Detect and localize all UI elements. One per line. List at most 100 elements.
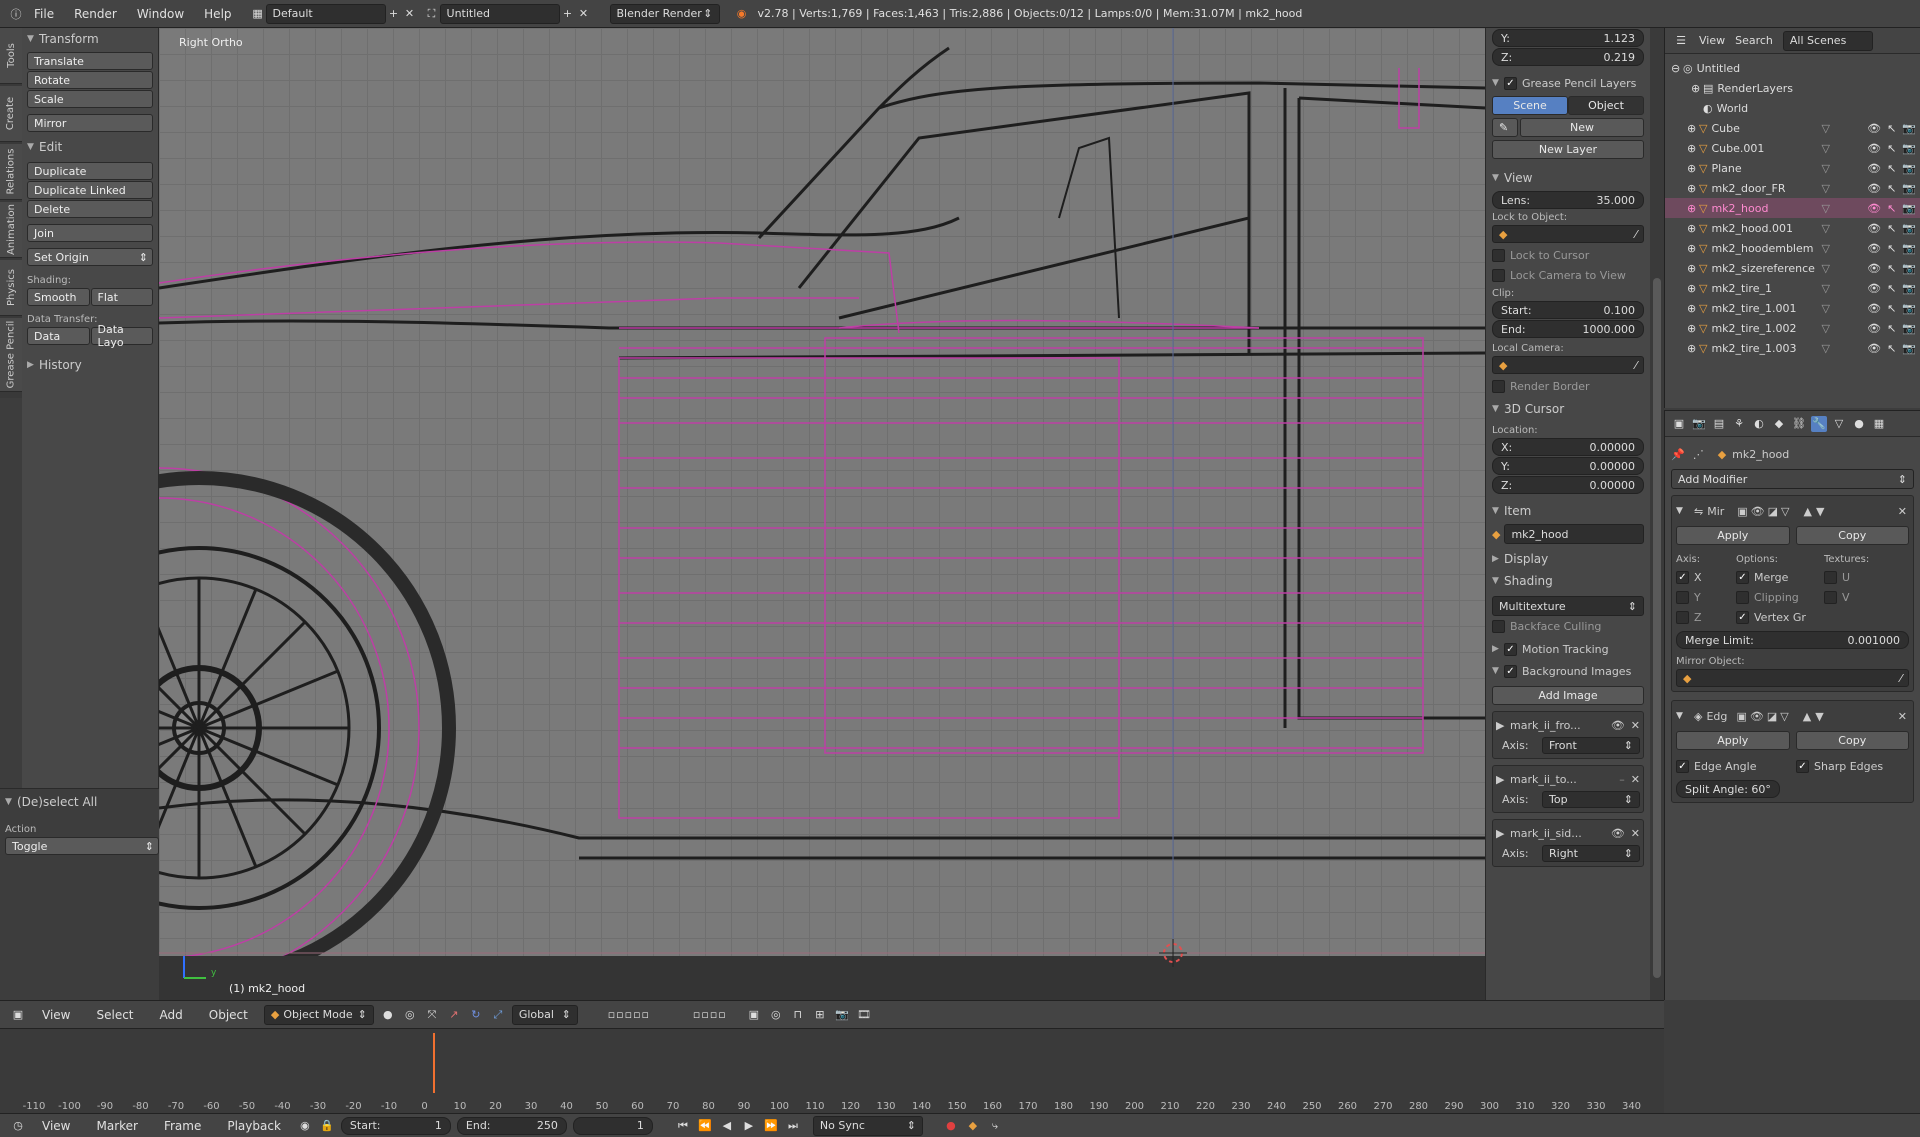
action-select[interactable]: Toggle ⇕ xyxy=(5,837,159,855)
expand-icon[interactable]: ⊕ xyxy=(1687,242,1699,255)
outliner-item[interactable]: ⊕ ▽ mk2_tire_1 ▽ 👁 ↖ 📷 xyxy=(1665,278,1920,298)
end-frame-field[interactable]: End: 250 xyxy=(456,1116,567,1135)
edge-angle-row[interactable]: ✓ Edge Angle xyxy=(1676,756,1796,776)
axis-y-checkbox[interactable] xyxy=(1676,590,1689,604)
axis-x-row[interactable]: ✓ X xyxy=(1676,567,1736,587)
opengl-render-icon[interactable]: 📷 xyxy=(834,1007,850,1023)
outliner-item[interactable]: ⊕ ▽ mk2_tire_1.001 ▽ 👁 ↖ 📷 xyxy=(1665,298,1920,318)
outliner-item[interactable]: ⊕ ▽ Cube ▽ 👁 ↖ 📷 xyxy=(1665,118,1920,138)
close-layout-icon[interactable]: ✕ xyxy=(402,6,418,22)
cage-toggle-icon[interactable]: ▽ xyxy=(1781,505,1789,518)
outliner-item[interactable]: ⊕ ▽ mk2_hoodemblem ▽ 👁 ↖ 📷 xyxy=(1665,238,1920,258)
rotate-manip-icon[interactable]: ↻ xyxy=(468,1007,484,1023)
gp-pencil-icon[interactable]: ✎ xyxy=(1492,118,1518,137)
select-arrow-icon[interactable]: ↖ xyxy=(1887,262,1896,275)
data-tab-icon[interactable]: ▽ xyxy=(1831,416,1847,432)
menu-window[interactable]: Window xyxy=(127,7,194,21)
render-tab-icon[interactable]: 📷 xyxy=(1691,416,1707,432)
location-y-field[interactable]: Y: 1.123 xyxy=(1492,29,1644,47)
expand-icon[interactable]: ⊖ xyxy=(1671,62,1683,75)
outliner-editor-icon[interactable]: ☰ xyxy=(1673,33,1689,49)
viewport-toggle-icon[interactable]: 👁 xyxy=(1750,710,1764,723)
editor-type-icon[interactable]: ▣ xyxy=(10,1007,26,1023)
menu-tl-view[interactable]: View xyxy=(32,1119,80,1133)
outliner-root[interactable]: ⊖ ◎ Untitled xyxy=(1665,58,1920,78)
3d-viewport[interactable]: Right Ortho y (1) mk2_hood xyxy=(159,28,1485,1000)
render-camera-icon[interactable]: 📷 xyxy=(1902,242,1916,255)
translate-button[interactable]: Translate xyxy=(27,52,153,70)
remove-icon[interactable]: ✕ xyxy=(1631,827,1640,840)
merge-checkbox[interactable]: ✓ xyxy=(1736,570,1749,584)
expand-icon[interactable]: ⊕ xyxy=(1691,82,1703,95)
panel-3d-cursor-header[interactable]: ▼ 3D Cursor xyxy=(1492,398,1644,420)
smooth-button[interactable]: Smooth xyxy=(27,288,90,306)
expand-arrow-icon[interactable]: ▶ xyxy=(1496,719,1510,732)
cursor-x-field[interactable]: X: 0.00000 xyxy=(1492,438,1644,456)
render-border-checkbox[interactable] xyxy=(1492,379,1505,393)
merge-limit-field[interactable]: Merge Limit: 0.001000 xyxy=(1676,631,1909,649)
menu-add[interactable]: Add xyxy=(150,1008,193,1022)
eye-icon[interactable]: 👁 xyxy=(1867,342,1881,355)
render-border-row[interactable]: Render Border xyxy=(1492,376,1644,396)
scale-button[interactable]: Scale xyxy=(27,90,153,108)
select-arrow-icon[interactable]: ↖ xyxy=(1887,302,1896,315)
texture-tab-icon[interactable]: ▦ xyxy=(1871,416,1887,432)
data-button[interactable]: Data xyxy=(27,327,90,345)
backface-checkbox[interactable] xyxy=(1492,619,1505,633)
axis-z-checkbox[interactable] xyxy=(1676,610,1689,624)
preview-range-icon[interactable]: ◉ xyxy=(297,1118,313,1134)
expand-icon[interactable]: ⊕ xyxy=(1687,182,1699,195)
manipulator-icon[interactable]: ⤧ xyxy=(424,1007,440,1023)
gp-new-button[interactable]: New xyxy=(1520,118,1644,137)
select-arrow-icon[interactable]: ↖ xyxy=(1887,162,1896,175)
bg3-axis-select[interactable]: Right ⇕ xyxy=(1542,844,1640,862)
menu-help[interactable]: Help xyxy=(194,7,241,21)
expand-icon[interactable]: ⊕ xyxy=(1687,162,1699,175)
eye-icon[interactable]: 👁 xyxy=(1867,142,1881,155)
eye-icon[interactable]: 👁 xyxy=(1867,202,1881,215)
render-camera-icon[interactable]: 📷 xyxy=(1902,302,1916,315)
eye-icon[interactable]: 👁 xyxy=(1867,122,1881,135)
render-camera-icon[interactable]: 📷 xyxy=(1902,282,1916,295)
local-camera-field[interactable]: ◆ ⁄ xyxy=(1492,356,1644,374)
clip-end-field[interactable]: End: 1000.000 xyxy=(1492,320,1644,338)
pivot-icon[interactable]: ◎ xyxy=(402,1007,418,1023)
render-camera-icon[interactable]: 📷 xyxy=(1902,222,1916,235)
outliner-item[interactable]: ⊕ ▽ mk2_tire_1.002 ▽ 👁 ↖ 📷 xyxy=(1665,318,1920,338)
eye-icon[interactable]: 👁 xyxy=(1867,302,1881,315)
translate-manip-icon[interactable]: ↗ xyxy=(446,1007,462,1023)
expand-icon[interactable]: ⊕ xyxy=(1687,302,1699,315)
duplicate-button[interactable]: Duplicate xyxy=(27,162,153,180)
render-camera-icon[interactable]: 📷 xyxy=(1902,182,1916,195)
move-up-icon[interactable]: ▲ xyxy=(1803,505,1811,518)
play-icon[interactable]: ▶ xyxy=(741,1118,757,1134)
select-arrow-icon[interactable]: ↖ xyxy=(1887,182,1896,195)
scale-manip-icon[interactable]: ⤢ xyxy=(490,1007,506,1023)
collapse-arrow-icon[interactable]: ▼ xyxy=(1676,711,1690,721)
add-scene-icon[interactable]: + xyxy=(560,6,576,22)
keying-set-icon[interactable]: ◆ xyxy=(965,1118,981,1134)
outliner-item[interactable]: ⊕ ▽ mk2_sizereference ▽ 👁 ↖ 📷 xyxy=(1665,258,1920,278)
clip-start-field[interactable]: Start: 0.100 xyxy=(1492,301,1644,319)
background-images-checkbox[interactable]: ✓ xyxy=(1504,664,1517,678)
clipping-row[interactable]: Clipping xyxy=(1736,587,1824,607)
panel-deselect-header[interactable]: ▼ (De)select All xyxy=(5,791,159,813)
lens-field[interactable]: Lens: 35.000 xyxy=(1492,191,1644,209)
axis-z-row[interactable]: Z xyxy=(1676,607,1736,627)
menu-playback[interactable]: Playback xyxy=(217,1119,291,1133)
collapse-arrow-icon[interactable]: ▼ xyxy=(1676,506,1690,516)
menu-object[interactable]: Object xyxy=(199,1008,258,1022)
expand-icon[interactable]: ⊕ xyxy=(1687,342,1699,355)
new-layer-button[interactable]: New Layer xyxy=(1492,140,1644,159)
lock-cursor-checkbox[interactable] xyxy=(1492,248,1505,262)
split-angle-field[interactable]: Split Angle: 60° xyxy=(1676,780,1780,798)
tab-create[interactable]: Create xyxy=(0,86,22,142)
cursor-y-field[interactable]: Y: 0.00000 xyxy=(1492,457,1644,475)
orientation-select[interactable]: Global ⇕ xyxy=(511,1004,578,1025)
edgesplit-copy-button[interactable]: Copy xyxy=(1795,731,1909,750)
select-arrow-icon[interactable]: ↖ xyxy=(1887,222,1896,235)
render-toggle-icon[interactable]: ▣ xyxy=(1736,710,1746,723)
render-camera-icon[interactable]: 📷 xyxy=(1902,142,1916,155)
select-arrow-icon[interactable]: ↖ xyxy=(1887,122,1896,135)
current-frame-indicator[interactable] xyxy=(433,1033,435,1093)
